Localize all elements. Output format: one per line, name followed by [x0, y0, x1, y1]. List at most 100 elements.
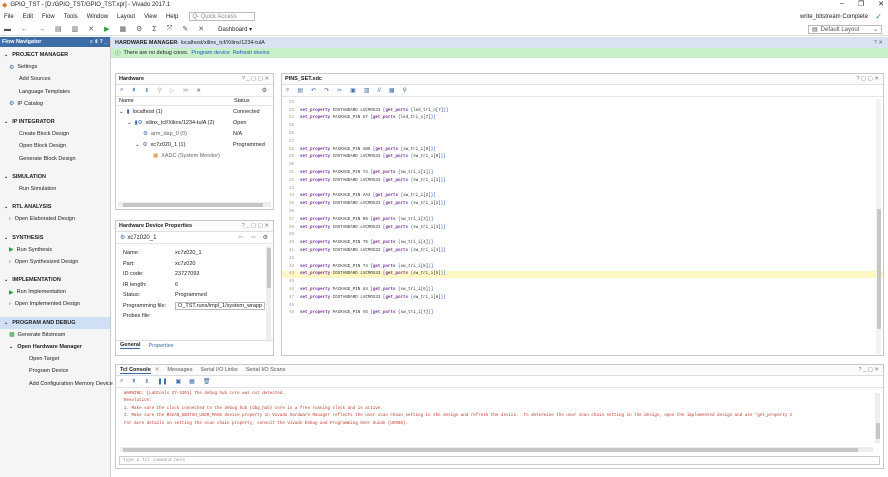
- copy-icon[interactable]: ▣: [350, 87, 356, 94]
- hardware-tree-row[interactable]: ⌄ ⚙ xc7z020_1 (1) Programmed: [116, 139, 273, 150]
- chevron-icon[interactable]: ›: [9, 216, 11, 222]
- stop-icon[interactable]: ■: [197, 88, 201, 94]
- flow-item-language-templates[interactable]: Language Templates: [0, 86, 110, 98]
- delete-icon[interactable]: ✕: [88, 25, 94, 33]
- save-icon[interactable]: ▤: [297, 87, 303, 94]
- tab-serial-io-links[interactable]: Serial I/O Links: [200, 367, 237, 373]
- code-line[interactable]: 23 set_property IOSTANDARD LVCMOS33 [get_…: [282, 107, 883, 115]
- code-line[interactable]: 30: [282, 161, 883, 169]
- chevron-down-icon[interactable]: ⌄: [4, 235, 8, 241]
- console-hscrollbar[interactable]: [120, 447, 873, 452]
- flow-item-ip-catalog[interactable]: ⚙ IP Catalog: [0, 98, 110, 110]
- flow-item-run-implementation[interactable]: ▶ Run Implementation: [0, 286, 110, 298]
- flow-item-settings[interactable]: ⚙ Settings: [0, 61, 110, 73]
- quick-access-input[interactable]: Q- Quick Access: [189, 12, 256, 21]
- flow-item-run-simulation[interactable]: Run Simulation: [0, 183, 110, 195]
- chevron-down-icon[interactable]: ⌄: [4, 204, 8, 210]
- chevron-down-icon[interactable]: ⌄: [4, 174, 8, 180]
- play-icon[interactable]: ▷: [170, 87, 175, 94]
- chevron-down-icon[interactable]: ⌄: [127, 120, 132, 126]
- code-line[interactable]: 36: [282, 208, 883, 216]
- refresh-device-link[interactable]: Refresh device: [233, 50, 270, 56]
- chevron-down-icon[interactable]: ⌄: [119, 109, 124, 115]
- chevron-icon[interactable]: ⌄: [9, 344, 13, 350]
- bulb-icon[interactable]: ⚲: [403, 87, 407, 94]
- program-icon[interactable]: ▦: [120, 25, 127, 33]
- forward-icon[interactable]: →: [38, 26, 45, 33]
- expand-icon[interactable]: ⇟: [144, 87, 149, 94]
- collapse-icon[interactable]: ⇞: [131, 378, 136, 385]
- flow-item-program-and-debug[interactable]: ⌄ PROGRAM AND DEBUG: [0, 316, 110, 329]
- tcl-command-input[interactable]: Type a Tcl command here: [119, 456, 880, 465]
- code-line[interactable]: 25: [282, 122, 883, 130]
- expand-icon[interactable]: ⇟: [144, 378, 149, 385]
- code-line[interactable]: 24 set_property PACKAGE_PIN U7 [get_ports…: [282, 115, 883, 123]
- undo-icon[interactable]: ↶: [311, 87, 316, 94]
- layout-select[interactable]: ▤ Default Layout ⌄: [808, 25, 882, 34]
- code-line[interactable]: 47 set_property IOSTANDARD LVCMOS33 [get_…: [282, 294, 883, 302]
- pause-icon[interactable]: ❚❚: [157, 378, 167, 385]
- cut-icon[interactable]: ✂: [337, 87, 342, 94]
- flow-item-add-sources[interactable]: Add Sources: [0, 73, 110, 85]
- search-icon[interactable]: ⌕: [120, 87, 123, 94]
- console-vscrollbar[interactable]: [875, 393, 880, 443]
- properties-vscrollbar[interactable]: [266, 246, 271, 342]
- maximize-button[interactable]: ❐: [858, 0, 864, 8]
- tab-close-icon[interactable]: ✕: [155, 367, 160, 373]
- chevron-down-icon[interactable]: ⌄: [4, 119, 8, 125]
- chevron-down-icon[interactable]: ⌄: [135, 142, 140, 148]
- tab-tcl-console[interactable]: Tcl Console: [120, 367, 151, 374]
- code-line[interactable]: 32 set_property IOSTANDARD LVCMOS33 [get_…: [282, 177, 883, 185]
- flow-item-open-implemented-design[interactable]: › Open Implemented Design: [0, 298, 110, 310]
- flow-item-simulation[interactable]: ⌄ SIMULATION: [0, 171, 110, 183]
- flow-item-project-manager[interactable]: ⌄ PROJECT MANAGER: [0, 49, 110, 61]
- sigma-icon[interactable]: Σ: [152, 26, 156, 33]
- code-line[interactable]: 37 set_property PACKAGE_PIN R6 [get_ports…: [282, 216, 883, 224]
- tab-messages[interactable]: Messages: [167, 367, 192, 373]
- edit-icon[interactable]: ✎: [182, 25, 188, 33]
- tab-general[interactable]: General: [120, 342, 141, 349]
- code-line[interactable]: 44 set_property IOSTANDARD LVCMOS33 [get_…: [282, 270, 883, 279]
- paste-icon[interactable]: ▥: [364, 87, 370, 94]
- hardware-tree-row[interactable]: ⚙ arm_dap_0 (0) N/A: [116, 128, 273, 139]
- run-icon[interactable]: ▶: [104, 25, 109, 33]
- code-line[interactable]: 48: [282, 302, 883, 310]
- flow-item-open-synthesized-design[interactable]: › Open Synthesized Design: [0, 256, 110, 268]
- open-icon[interactable]: ▬: [4, 26, 11, 33]
- flow-item-add-configuration-memory-device[interactable]: Add Configuration Memory Device: [0, 378, 113, 390]
- code-area[interactable]: 22 23 set_property IOSTANDARD LVCMOS33 [ge…: [282, 97, 883, 355]
- code-line[interactable]: 22: [282, 99, 883, 107]
- menu-view[interactable]: View: [144, 14, 157, 20]
- back-arrow-icon[interactable]: ⇦: [238, 234, 243, 241]
- code-line[interactable]: 34 set_property PACKAGE_PIN AA4 [get_port…: [282, 193, 883, 201]
- forward-arrow-icon[interactable]: ⇨: [251, 234, 256, 241]
- flow-item-open-target[interactable]: Open Target: [0, 353, 110, 365]
- flow-item-implementation[interactable]: ⌄ IMPLEMENTATION: [0, 274, 110, 286]
- code-line[interactable]: 27: [282, 138, 883, 146]
- code-line[interactable]: 29 set_property IOSTANDARD LVCMOS33 [get_…: [282, 154, 883, 162]
- copy-icon[interactable]: ▣: [176, 378, 182, 385]
- header-controls[interactable]: ? ✕: [874, 40, 883, 46]
- vscroll-thumb[interactable]: [876, 209, 881, 329]
- flow-item-rtl-analysis[interactable]: ⌄ RTL ANALYSIS: [0, 201, 110, 213]
- connect-icon[interactable]: ⚲: [157, 87, 161, 94]
- code-line[interactable]: 45: [282, 278, 883, 286]
- flow-item-program-device[interactable]: Program Device: [0, 365, 110, 377]
- list-icon[interactable]: ▦: [189, 378, 195, 385]
- cancel-icon[interactable]: ✕: [198, 25, 204, 33]
- wand-icon[interactable]: ⤧: [167, 25, 173, 33]
- copy-icon[interactable]: ▥: [72, 25, 79, 33]
- hscroll-thumb[interactable]: [123, 447, 858, 452]
- chevron-down-icon[interactable]: ⌄: [4, 277, 8, 283]
- panel-controls[interactable]: ? _ ▢ ▢ ✕: [242, 76, 269, 82]
- gear-icon[interactable]: ⚙: [263, 234, 268, 241]
- code-line[interactable]: 42: [282, 255, 883, 263]
- code-line[interactable]: 33: [282, 185, 883, 193]
- editor-vscrollbar[interactable]: [876, 99, 881, 354]
- save-icon[interactable]: ▤: [55, 25, 62, 33]
- hardware-tree-row[interactable]: ▦ XADC (System Monitor): [116, 150, 273, 161]
- flow-item-create-block-design[interactable]: Create Block Design: [0, 128, 110, 140]
- menu-help[interactable]: Help: [166, 14, 178, 20]
- flow-item-generate-bitstream[interactable]: ▦ Generate Bitstream: [0, 329, 110, 341]
- panel-controls[interactable]: ? _ ▢ ▢ ✕: [242, 223, 269, 229]
